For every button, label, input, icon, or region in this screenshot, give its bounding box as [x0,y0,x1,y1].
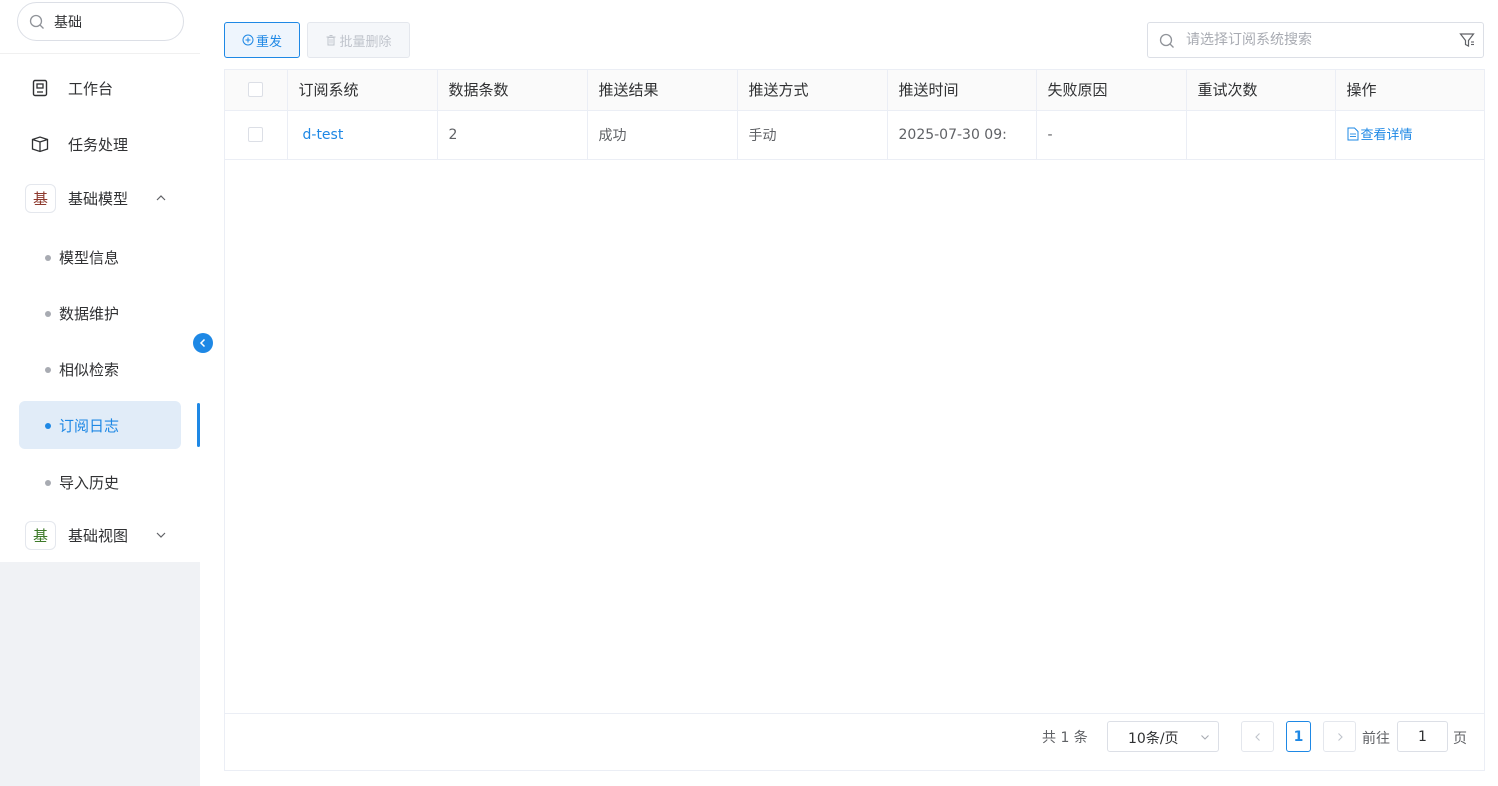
bullet-icon [45,423,51,429]
view-details-link[interactable]: 查看详情 [1347,124,1413,143]
chevron-down-icon [156,532,166,538]
table-row: d-test 2 成功 手动 2025-07-30 09: - 查看详情 [225,110,1484,160]
subscription-log-table: 订阅系统 数据条数 推送结果 推送方式 推送时间 失败原因 重试次数 操作 d-… [224,69,1485,771]
divider [0,53,200,54]
table-header: 订阅系统 数据条数 推送结果 推送方式 推送时间 失败原因 重试次数 操作 [225,70,1484,111]
chevron-down-icon [1201,735,1209,740]
search-icon [29,14,44,29]
menu-item-base-view[interactable]: 基 基础视图 [0,511,200,559]
menu-label-base-model: 基础模型 [68,189,129,208]
menu-item-tasks[interactable]: 任务处理 [0,120,200,168]
sidebar-collapse-button[interactable] [193,333,213,353]
cell-retries [1186,110,1336,160]
header-select-cell [225,70,288,111]
bullet-icon [45,480,51,486]
cell-method: 手动 [737,110,888,160]
column-header: 数据条数 [437,70,588,111]
pagination-total: 共 1 条 [1042,730,1088,746]
row-select-cell [225,110,288,160]
sidebar-item-label: 相似检索 [59,361,120,379]
view-details-label: 查看详情 [1360,128,1413,144]
sidebar-item-import-history[interactable]: 导入历史 [19,458,181,506]
sidebar-item-label: 模型信息 [59,249,120,267]
box-icon [31,136,49,153]
active-indicator [197,403,200,447]
filter-icon[interactable] [1459,32,1475,48]
select-all-checkbox[interactable] [248,82,264,98]
cell-result: 成功 [587,110,738,160]
sidebar-item-similar-search[interactable]: 相似检索 [19,345,181,393]
goto-page-input[interactable] [1397,721,1448,752]
bullet-icon [45,255,51,261]
page-suffix-label: 页 [1453,731,1467,747]
base-model-badge: 基 [25,183,56,213]
menu-label-base-view: 基础视图 [68,526,129,545]
column-header: 操作 [1335,70,1484,111]
column-header: 推送时间 [887,70,1037,111]
column-header: 推送方式 [737,70,888,111]
page-size-select[interactable]: 10条/页 [1107,721,1219,752]
menu-label-workbench: 工作台 [68,79,114,98]
row-checkbox[interactable] [248,127,264,142]
sidebar: 基础 工作台 任务处理 基 基础模型 模型信息 数据维护 相似检索 订阅日志 导… [0,0,200,786]
goto-label: 前往 [1362,731,1390,747]
subscription-search-input[interactable] [1186,29,1446,51]
chevron-left-icon [199,338,206,348]
bullet-icon [45,367,51,373]
base-view-badge: 基 [25,520,56,550]
bullet-icon [45,311,51,317]
batch-delete-button[interactable]: 批量删除 [307,22,410,58]
chevron-right-icon [1337,732,1343,741]
chevron-up-icon [156,195,166,201]
workbench-icon [32,79,48,97]
cell-action: 查看详情 [1335,110,1484,160]
trash-icon [326,35,336,46]
column-header: 订阅系统 [287,70,438,111]
sidebar-menu-panel: 基础 工作台 任务处理 基 基础模型 模型信息 数据维护 相似检索 订阅日志 导… [0,0,200,562]
sidebar-item-model-info[interactable]: 模型信息 [19,233,181,281]
column-header: 失败原因 [1036,70,1187,111]
sidebar-item-label: 订阅日志 [59,417,120,435]
sidebar-item-label: 数据维护 [59,305,120,323]
cell-time: 2025-07-30 09: [887,110,1037,160]
subscription-search [1147,22,1484,58]
resend-label: 重发 [255,34,282,50]
column-header: 推送结果 [587,70,738,111]
sidebar-search-input[interactable]: 基础 [17,2,184,41]
page-size-value: 10条/页 [1128,731,1179,747]
pagination-divider [225,713,1484,714]
menu-item-workbench[interactable]: 工作台 [0,64,200,112]
search-icon [1159,33,1174,48]
resend-button[interactable]: 重发 [224,22,300,58]
sidebar-item-label: 导入历史 [59,474,120,492]
prev-page-button[interactable] [1241,721,1274,752]
column-header: 重试次数 [1186,70,1336,111]
cell-count: 2 [437,110,588,160]
batch-delete-label: 批量删除 [339,34,392,50]
next-page-button[interactable] [1323,721,1356,752]
sidebar-item-data-maintenance[interactable]: 数据维护 [19,289,181,337]
chevron-left-icon [1254,732,1260,741]
sidebar-search-value: 基础 [54,15,82,31]
menu-item-base-model[interactable]: 基 基础模型 [0,174,200,222]
system-link[interactable]: d-test [299,127,344,143]
menu-label-tasks: 任务处理 [68,135,129,154]
sidebar-item-subscription-log[interactable]: 订阅日志 [19,401,181,449]
cell-reason: - [1036,110,1187,160]
document-icon [1347,127,1358,141]
page-number-current[interactable]: 1 [1286,721,1311,752]
cell-system: d-test [287,110,438,160]
plus-circle-icon [242,34,254,46]
